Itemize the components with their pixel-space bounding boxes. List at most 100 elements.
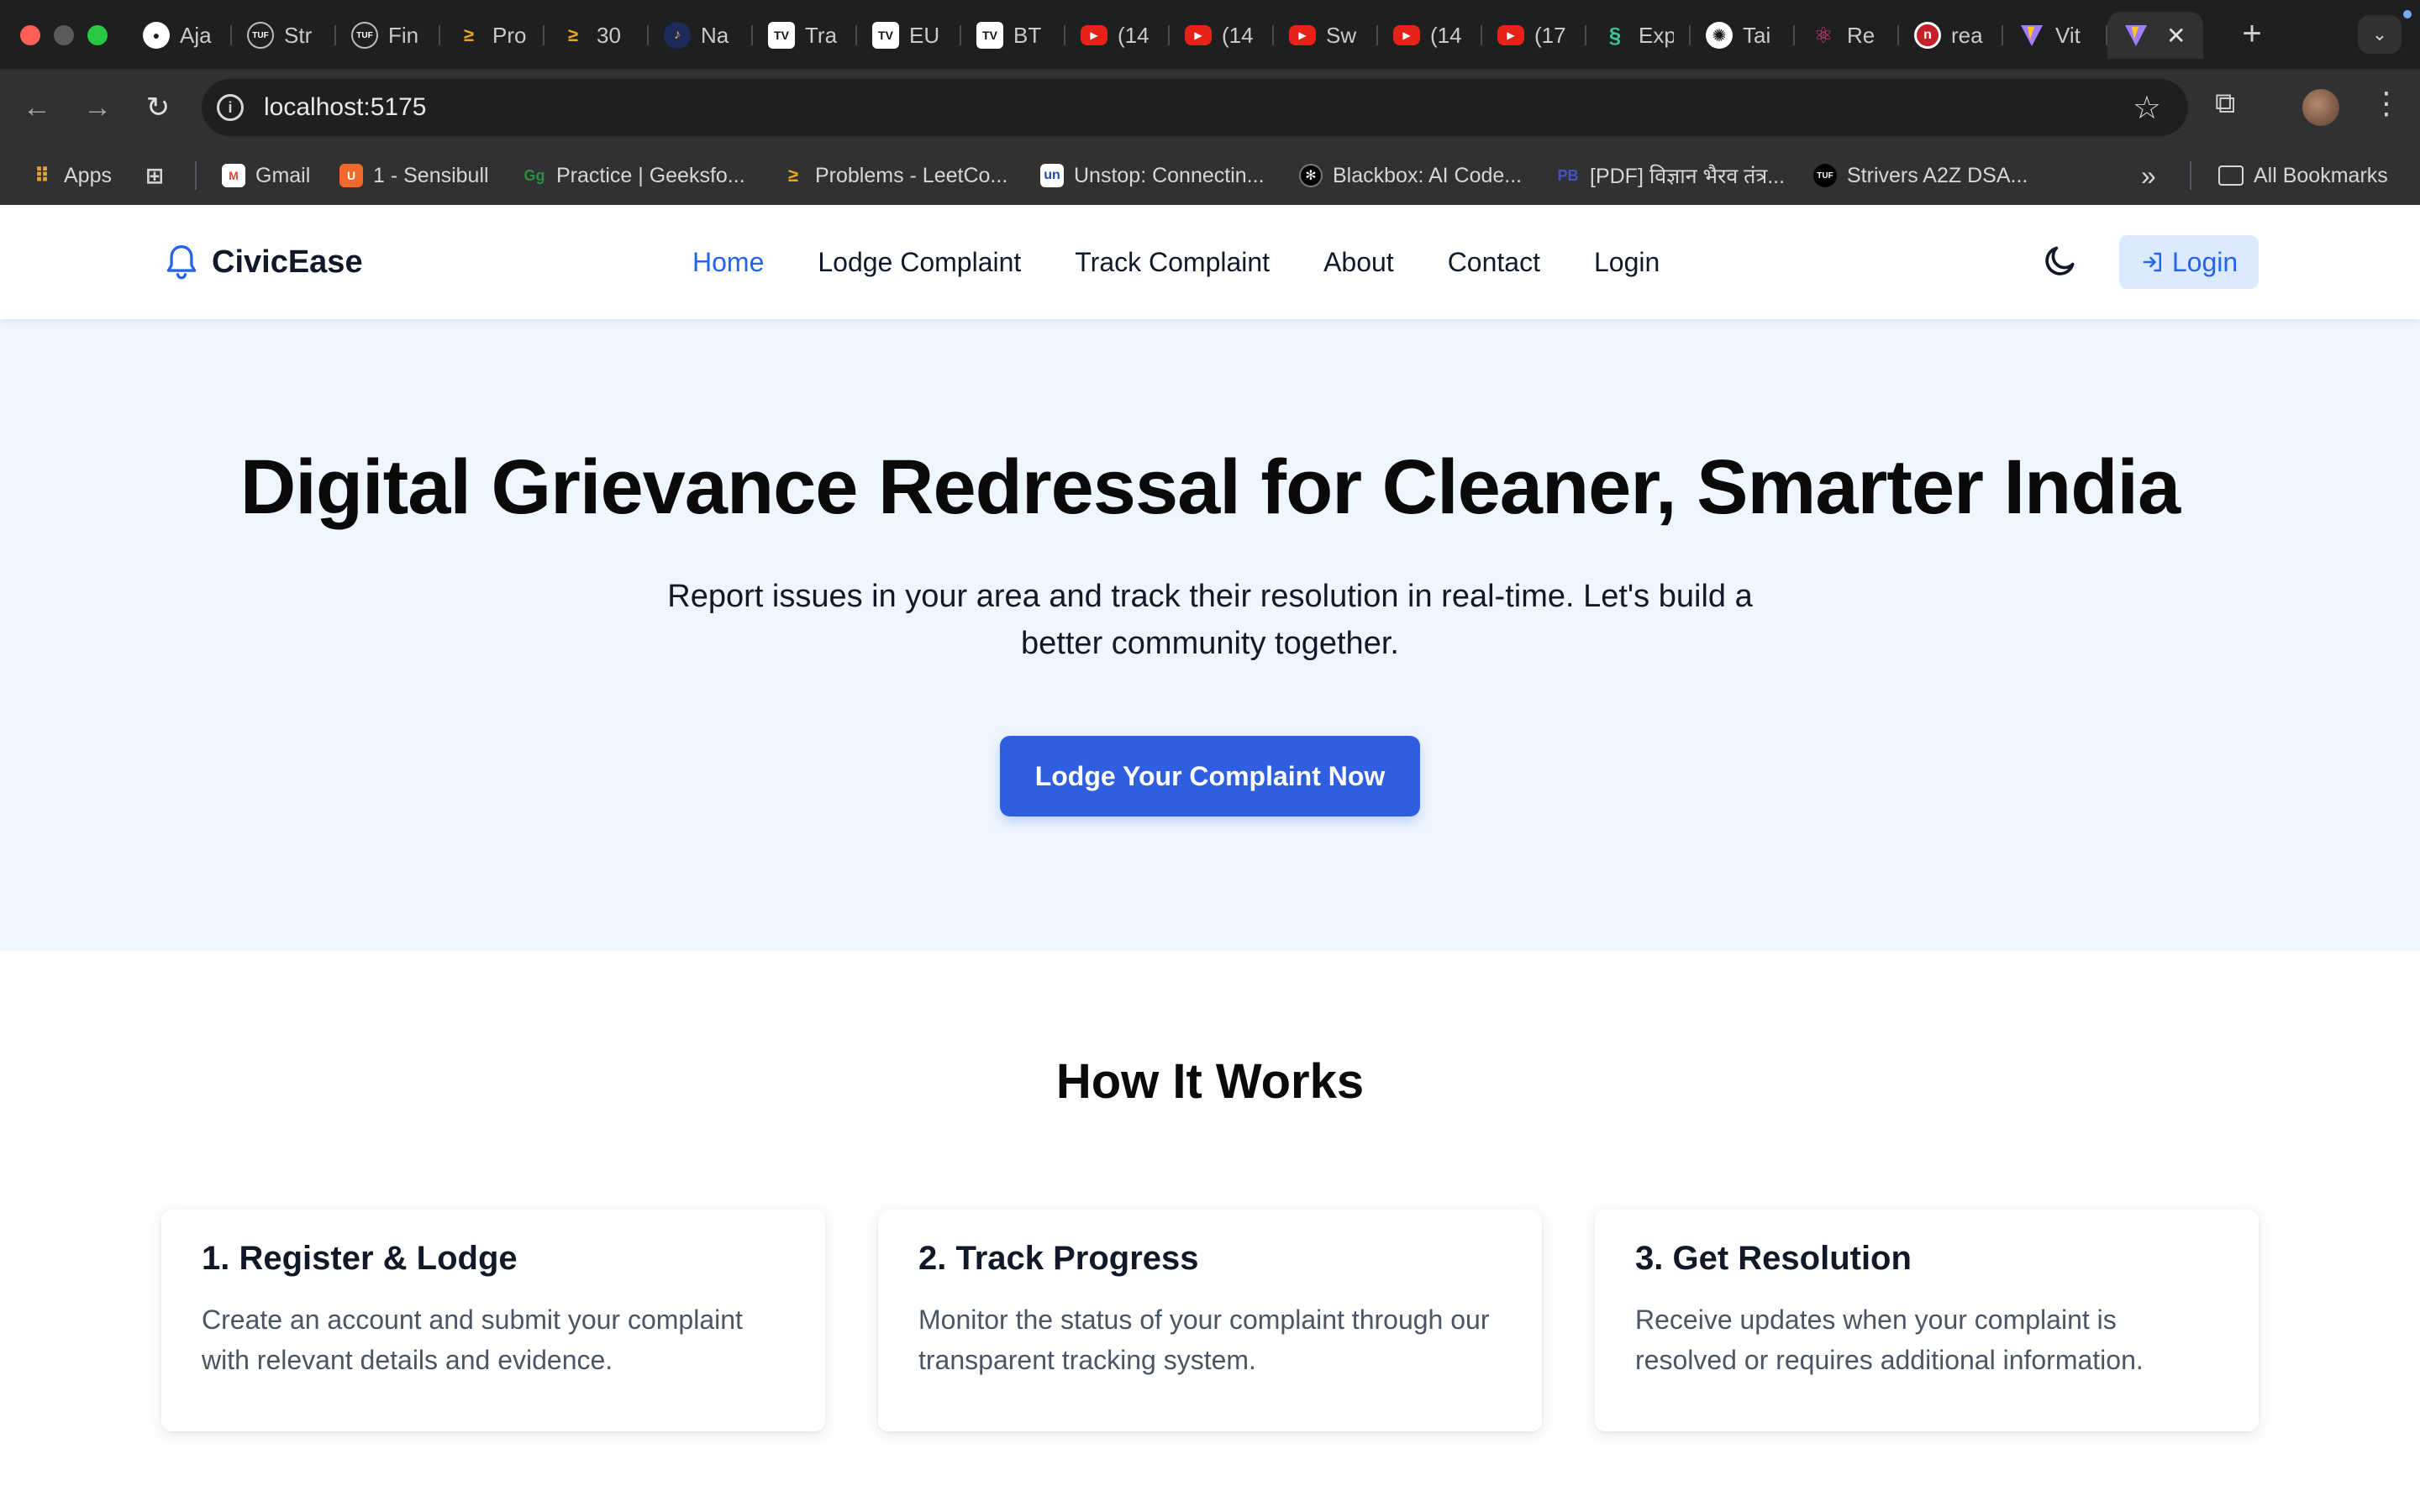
all-bookmarks-label: All Bookmarks bbox=[2254, 163, 2388, 187]
tab-title: (17 bbox=[1534, 22, 1566, 48]
browser-tab[interactable]: TV EU bbox=[857, 12, 961, 59]
browser-tab[interactable]: TV Tra bbox=[753, 12, 857, 59]
step-title: 1. Register & Lodge bbox=[202, 1240, 518, 1277]
vite-icon bbox=[2123, 22, 2149, 49]
bookmark-gmail[interactable]: M Gmail bbox=[222, 146, 310, 205]
reload-icon: ↻ bbox=[145, 92, 171, 123]
nav-home[interactable]: Home bbox=[692, 242, 764, 282]
bookmarks-overflow-button[interactable]: » bbox=[2141, 146, 2156, 205]
browser-tab[interactable]: TV BT bbox=[961, 12, 1065, 59]
browser-tab[interactable]: TUF Fin bbox=[336, 12, 440, 59]
nav-about[interactable]: About bbox=[1323, 242, 1394, 282]
browser-tab[interactable]: ▶ (14 bbox=[1170, 12, 1274, 59]
back-button[interactable]: ← bbox=[17, 87, 57, 128]
overflow-icon: » bbox=[2141, 160, 2156, 191]
browser-tab[interactable]: Vit bbox=[2003, 12, 2107, 59]
tab-title: 30 bbox=[597, 22, 621, 48]
forward-button[interactable]: → bbox=[77, 87, 118, 128]
close-window-icon[interactable] bbox=[20, 25, 40, 45]
browser-toolbar: ← → ↻ i localhost:5175 ☆ ⧉ ⋮ bbox=[0, 69, 2420, 146]
bookmark-sensibull[interactable]: U 1 - Sensibull bbox=[339, 146, 489, 205]
step-description: Create an account and submit your compla… bbox=[202, 1305, 743, 1375]
tuf-icon: TUF bbox=[247, 22, 274, 49]
bookmark-blackbox[interactable]: ✻ Blackbox: AI Code... bbox=[1299, 146, 1522, 205]
bookmark-label: Problems - LeetCo... bbox=[815, 163, 1008, 187]
tab-title: (14 bbox=[1118, 22, 1150, 48]
bookmark-leetcode[interactable]: ≥ Problems - LeetCo... bbox=[781, 146, 1007, 205]
login-button[interactable]: Login bbox=[2119, 235, 2259, 289]
browser-tab[interactable]: TUF Str bbox=[232, 12, 336, 59]
site-info-icon[interactable]: i bbox=[217, 94, 244, 121]
lodge-complaint-cta-button[interactable]: Lodge Your Complaint Now bbox=[1000, 736, 1420, 816]
youtube-icon: ▶ bbox=[1081, 25, 1107, 45]
browser-tab[interactable]: ≥ Pro bbox=[440, 12, 544, 59]
new-tab-button[interactable]: + bbox=[2232, 13, 2272, 54]
bookmark-divider bbox=[195, 161, 197, 190]
url-text: localhost:5175 bbox=[264, 93, 427, 121]
extensions-icon[interactable]: ⧉ bbox=[2215, 87, 2235, 120]
browser-tab-active[interactable]: ✕ bbox=[2107, 12, 2203, 59]
tab-title: Tai bbox=[1743, 22, 1771, 48]
blackbox-icon: ✻ bbox=[1299, 164, 1323, 187]
step-title: 3. Get Resolution bbox=[1635, 1240, 1912, 1277]
express-icon: § bbox=[1608, 22, 1622, 48]
browser-tab[interactable]: ✺ Tai bbox=[1691, 12, 1795, 59]
bookmark-strivers[interactable]: TUF Strivers A2Z DSA... bbox=[1813, 146, 2028, 205]
dark-mode-toggle[interactable] bbox=[2042, 242, 2079, 279]
browser-tab[interactable]: ♪ Na bbox=[649, 12, 753, 59]
react-icon: ⚛ bbox=[1813, 22, 1833, 48]
step-card: 1. Register & Lodge Create an account an… bbox=[161, 1210, 825, 1431]
bookmark-star-icon[interactable]: ☆ bbox=[2133, 89, 2161, 127]
nav-lodge-complaint[interactable]: Lodge Complaint bbox=[818, 242, 1021, 282]
bookmark-label: Practice | Geeksfo... bbox=[556, 163, 745, 187]
brand-logo[interactable]: CivicEase bbox=[163, 242, 363, 282]
tab-groups-button[interactable]: ⊞ bbox=[143, 146, 176, 205]
tuf-icon: TUF bbox=[1813, 164, 1837, 187]
geeksforgeeks-icon: Gg bbox=[523, 166, 545, 184]
tab-search-button[interactable]: ⌄ bbox=[2358, 15, 2402, 54]
tab-title: Exp bbox=[1639, 22, 1674, 48]
browser-tab[interactable]: ▶ (14 bbox=[1065, 12, 1170, 59]
leetcode-icon: ≥ bbox=[463, 24, 475, 45]
bookmark-unstop[interactable]: un Unstop: Connectin... bbox=[1040, 146, 1265, 205]
github-icon: ● bbox=[143, 22, 170, 49]
address-bar[interactable]: i localhost:5175 ☆ bbox=[202, 79, 2188, 136]
tradingview-icon: TV bbox=[976, 22, 1003, 49]
browser-tab[interactable]: ▶ (14 bbox=[1378, 12, 1482, 59]
browser-tab[interactable]: ≥30 bbox=[544, 12, 649, 59]
close-tab-icon[interactable]: ✕ bbox=[2166, 22, 2186, 50]
site-navbar: CivicEase Home Lodge Complaint Track Com… bbox=[0, 205, 2420, 319]
browser-menu-icon[interactable]: ⋮ bbox=[2371, 86, 2402, 121]
bookmarks-bar: ⠿ Apps ⊞ M Gmail U 1 - Sensibull Gg Practice… bbox=[0, 146, 2420, 205]
bookmark-geeksforgeeks[interactable]: Gg Practice | Geeksfo... bbox=[523, 146, 745, 205]
reload-button[interactable]: ↻ bbox=[138, 87, 178, 128]
browser-tab[interactable]: ▶ Sw bbox=[1274, 12, 1378, 59]
bookmark-pdf[interactable]: PB [PDF] विज्ञान भैरव तंत्र... bbox=[1556, 146, 1785, 205]
nav-contact[interactable]: Contact bbox=[1448, 242, 1540, 282]
tab-title: (14 bbox=[1430, 22, 1462, 48]
npm-icon: n bbox=[1914, 22, 1941, 49]
gmail-icon: M bbox=[222, 164, 245, 187]
hero-section: Digital Grievance Redressal for Cleaner,… bbox=[0, 319, 2420, 951]
step-title: 2. Track Progress bbox=[918, 1240, 1199, 1277]
nav-login[interactable]: Login bbox=[1594, 242, 1660, 282]
bookmark-apps[interactable]: ⠿ Apps bbox=[30, 146, 112, 205]
browser-tab[interactable]: ● Aja bbox=[128, 12, 232, 59]
maximize-window-icon[interactable] bbox=[87, 25, 108, 45]
browser-tab[interactable]: ▶ (17 bbox=[1482, 12, 1586, 59]
minimize-window-icon[interactable] bbox=[54, 25, 74, 45]
vite-icon bbox=[2018, 22, 2045, 49]
youtube-icon: ▶ bbox=[1393, 25, 1420, 45]
chevron-down-icon: ⌄ bbox=[2371, 24, 2388, 45]
browser-tab[interactable]: ⚛ Re bbox=[1795, 12, 1899, 59]
nav-track-complaint[interactable]: Track Complaint bbox=[1075, 242, 1270, 282]
profile-avatar[interactable] bbox=[2302, 89, 2339, 126]
step-card: 2. Track Progress Monitor the status of … bbox=[878, 1210, 1542, 1431]
all-bookmarks-button[interactable]: All Bookmarks bbox=[2218, 146, 2388, 205]
hero-title: Digital Grievance Redressal for Cleaner,… bbox=[239, 444, 2181, 530]
main-nav: Home Lodge Complaint Track Complaint Abo… bbox=[692, 242, 1713, 282]
step-card: 3. Get Resolution Receive updates when y… bbox=[1595, 1210, 2259, 1431]
browser-tab[interactable]: § Exp bbox=[1586, 12, 1691, 59]
bookmark-label: Apps bbox=[64, 163, 112, 187]
browser-tab[interactable]: n rea bbox=[1899, 12, 2003, 59]
